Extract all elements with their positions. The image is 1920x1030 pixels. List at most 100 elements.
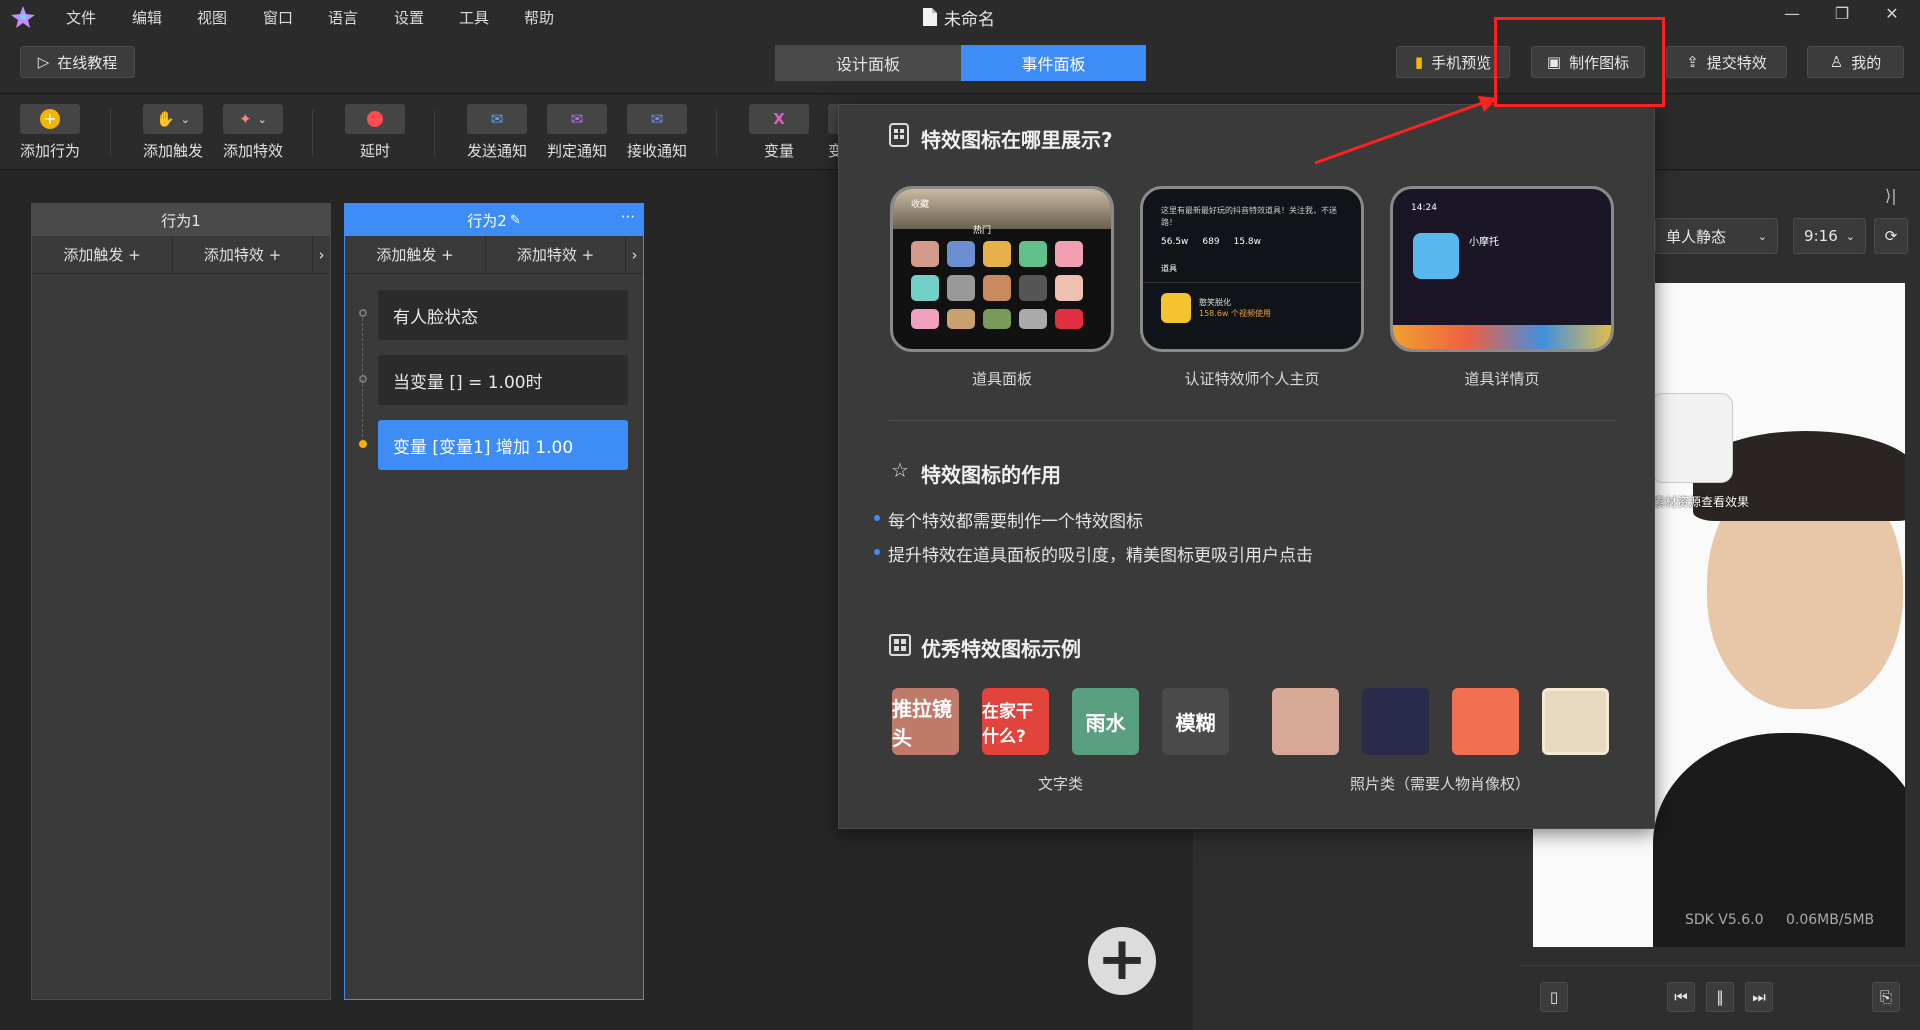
example-photo-icon-1 xyxy=(1272,688,1339,755)
shot2-item: 憨笑脱化 158.6w 个视频使用 xyxy=(1161,293,1343,323)
grid-icon xyxy=(889,634,911,656)
tutorial-button[interactable]: ▷ 在线教程 xyxy=(20,46,135,78)
behavior1-title: 行为1 xyxy=(32,204,330,236)
phone-grid-icon xyxy=(889,123,909,147)
close-icon[interactable]: ✕ xyxy=(1878,4,1906,23)
shot-tab-label: 热门 xyxy=(973,226,992,236)
node-dot xyxy=(359,375,367,383)
divider xyxy=(312,110,313,156)
restore-icon[interactable]: ❐ xyxy=(1828,4,1856,23)
chevron-right-icon[interactable]: › xyxy=(626,236,643,273)
add-behavior-tool[interactable]: + 添加行为 xyxy=(19,104,81,161)
shot2-bio: 这里有最新最好玩的抖音特效道具！关注我，不迷路！ xyxy=(1161,206,1337,227)
add-effect-button[interactable]: 添加特效 + xyxy=(486,236,626,273)
document-icon xyxy=(923,8,937,26)
example-photo-icon-2 xyxy=(1362,688,1429,755)
behavior2-header[interactable]: 行为2 ✎ ··· xyxy=(345,204,643,236)
shot2-item-name: 憨笑脱化 xyxy=(1199,298,1231,307)
menu-view[interactable]: 视图 xyxy=(197,7,227,28)
delay-tool[interactable]: 延时 xyxy=(344,104,406,161)
user-icon: ♙ xyxy=(1829,53,1844,71)
edit-icon[interactable]: ✎ xyxy=(510,213,521,228)
judge-mail-icon: ✉ xyxy=(547,104,607,134)
ratio-select[interactable]: 9:16 ⌄ xyxy=(1793,218,1866,254)
refresh-icon[interactable]: ⟳ xyxy=(1874,218,1908,254)
shot2-item-icon xyxy=(1161,293,1191,323)
menu-edit[interactable]: 编辑 xyxy=(132,7,162,28)
add-effect-button[interactable]: 添加特效 + xyxy=(173,236,313,273)
sparkle-star-icon: ☆ xyxy=(891,458,909,482)
example-icon-blur: 模糊 xyxy=(1162,688,1229,755)
grid-cell xyxy=(983,241,1011,267)
grid-cell xyxy=(1019,309,1047,329)
shot3-icon xyxy=(1413,233,1459,279)
shot-icon-grid xyxy=(893,229,1111,341)
prop-panel-screenshot: 收藏 热门 xyxy=(890,186,1114,352)
chevron-right-icon[interactable]: › xyxy=(313,236,330,273)
grid-cell xyxy=(1055,241,1083,267)
receive-notify-tool[interactable]: ✉ 接收通知 xyxy=(626,104,688,161)
judge-notify-tool[interactable]: ✉ 判定通知 xyxy=(546,104,608,161)
send-notify-tool[interactable]: ✉ 发送通知 xyxy=(466,104,528,161)
more-options-icon[interactable]: ··· xyxy=(621,208,635,226)
add-behavior-fab[interactable]: + xyxy=(1088,927,1156,995)
collapse-panel-icon[interactable]: ⟩| xyxy=(1885,186,1897,205)
node-face-state[interactable]: 有人脸状态 xyxy=(378,290,628,340)
menu-window[interactable]: 窗口 xyxy=(263,7,293,28)
phone-preview-button[interactable]: ▮ 手机预览 xyxy=(1396,46,1510,78)
grid-cell xyxy=(911,309,939,329)
grid-cell xyxy=(911,275,939,301)
next-frame-icon[interactable]: ⏭ xyxy=(1745,982,1773,1012)
shot3-time: 14:24 xyxy=(1411,203,1437,213)
variable-icon: X xyxy=(749,104,809,134)
node-dot xyxy=(359,309,367,317)
shot2-item-sub: 158.6w 个视频使用 xyxy=(1199,309,1271,318)
upload-icon: ⇪ xyxy=(1686,53,1699,71)
receive-mail-icon: ✉ xyxy=(627,104,687,134)
tab-design-panel[interactable]: 设计面板 xyxy=(775,45,961,81)
pause-icon[interactable]: ‖ xyxy=(1706,982,1734,1012)
tab-event-panel[interactable]: 事件面板 xyxy=(961,45,1146,81)
shot-fav-label: 收藏 xyxy=(911,200,930,210)
divider xyxy=(434,110,435,156)
window-title: 未命名 xyxy=(944,10,995,30)
highlight-box xyxy=(1494,17,1665,107)
prev-frame-icon[interactable]: ⏮ xyxy=(1667,982,1695,1012)
timer-icon xyxy=(345,104,405,134)
behavior1-column: 行为1 添加触发 + 添加特效 + › xyxy=(31,203,331,1000)
grid-cell xyxy=(947,241,975,267)
menu-help[interactable]: 帮助 xyxy=(524,7,554,28)
role-bullet-2: 提升特效在道具面板的吸引度，精美图标更吸引用户点击 xyxy=(874,541,1313,566)
export-icon[interactable]: ⎘ xyxy=(1872,982,1900,1012)
example-icon-push-pull: 推拉镜头 xyxy=(892,688,959,755)
shot2-stat: 15.8w xyxy=(1233,237,1261,247)
hand-icon: ✋ ⌄ xyxy=(143,104,203,134)
example-icon-at-home: 在家干什么? xyxy=(982,688,1049,755)
my-account-button[interactable]: ♙ 我的 xyxy=(1807,46,1904,78)
creator-home-screenshot: 这里有最新最好玩的抖音特效道具！关注我，不迷路！ 56.5w 689 15.8w 道… xyxy=(1140,186,1364,352)
add-trigger-button[interactable]: 添加触发 + xyxy=(32,236,173,273)
shot3-header: 小摩托 xyxy=(1393,227,1611,285)
screenshot-icon[interactable]: ▯ xyxy=(1540,982,1568,1012)
node-variable-increase[interactable]: 变量 [变量1] 增加 1.00 xyxy=(378,420,628,470)
menu-settings[interactable]: 设置 xyxy=(394,7,424,28)
prop-panel-label: 道具面板 xyxy=(971,370,1032,388)
node-variable-condition[interactable]: 当变量 [] = 1.00时 xyxy=(378,355,628,405)
add-trigger-button[interactable]: 添加触发 + xyxy=(345,236,486,273)
variable-tool[interactable]: X 变量 xyxy=(748,104,810,161)
app-logo-icon xyxy=(11,6,35,28)
add-trigger-tool[interactable]: ✋ ⌄ 添加触发 xyxy=(142,104,204,161)
examples-title: 优秀特效图标示例 xyxy=(921,637,1081,661)
shot2-stats: 56.5w 689 15.8w xyxy=(1143,229,1361,255)
photo-category-label: 照片类（需要人物肖像权） xyxy=(1350,775,1531,793)
submit-effect-button[interactable]: ⇪ 提交特效 xyxy=(1666,46,1787,78)
menu-tools[interactable]: 工具 xyxy=(459,7,489,28)
where-title: 特效图标在哪里展示? xyxy=(921,128,1113,152)
menu-language[interactable]: 语言 xyxy=(328,7,358,28)
add-effect-tool[interactable]: ✦ ⌄ 添加特效 xyxy=(222,104,284,161)
play-icon: ▷ xyxy=(37,53,50,71)
mode-select[interactable]: 单人静态 ⌄ xyxy=(1655,218,1778,254)
shot2-tab: 道具 xyxy=(1143,255,1361,283)
minimize-icon[interactable]: — xyxy=(1778,4,1806,23)
menu-file[interactable]: 文件 xyxy=(66,7,96,28)
